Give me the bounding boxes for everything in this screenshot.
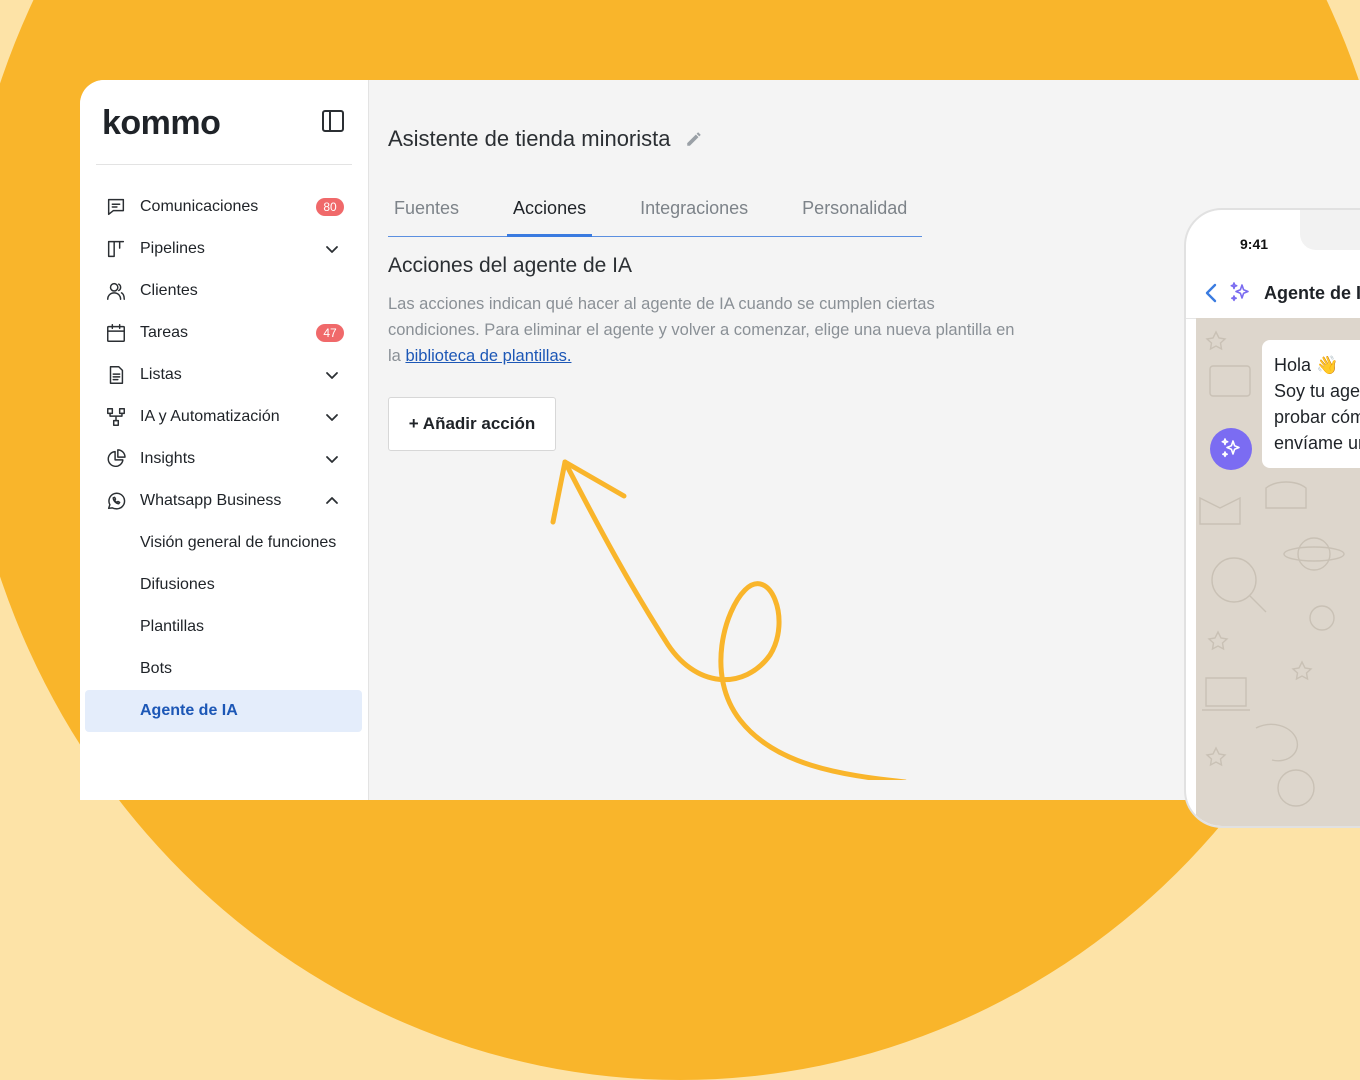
sidebar-item-ia-automatizacion[interactable]: IA y Automatización: [80, 396, 368, 438]
phone-notch: [1300, 210, 1360, 250]
message-line: Hola 👋: [1274, 355, 1339, 375]
tab-integraciones[interactable]: Integraciones: [634, 198, 754, 236]
description-line: la biblioteca de plantillas.: [388, 343, 1118, 369]
phone-mockup: 9:41 Agente de IA: [1184, 208, 1360, 828]
sidebar-item-label: Whatsapp Business: [140, 492, 282, 509]
sidebar-item-label: Insights: [140, 450, 196, 467]
document-icon: [104, 363, 128, 387]
add-action-button[interactable]: + Añadir acción: [388, 397, 556, 451]
sidebar-item-insights[interactable]: Insights: [80, 438, 368, 480]
task-count-badge: 47: [316, 324, 344, 342]
chevron-down-icon[interactable]: [324, 241, 340, 257]
tab-personalidad[interactable]: Personalidad: [796, 198, 913, 236]
sidebar-item-label: IA y Automatización: [140, 408, 280, 425]
sidebar-item-label: Listas: [140, 366, 182, 383]
sidebar-collapse-button[interactable]: [322, 110, 344, 132]
sparkle-icon: [1228, 281, 1252, 305]
description-line: condiciones. Para eliminar el agente y v…: [388, 321, 1015, 339]
sidebar-subitem-difusiones[interactable]: Difusiones: [80, 564, 368, 606]
back-arrow-icon[interactable]: [1204, 283, 1218, 303]
logo-row: kommo: [102, 104, 350, 142]
automation-icon: [104, 405, 128, 429]
chat-area: Hola 👋 Soy tu agente probar cómo envíame…: [1196, 318, 1360, 826]
sidebar-item-label: Comunicaciones: [140, 198, 259, 215]
sidebar-item-pipelines[interactable]: Pipelines: [80, 228, 368, 270]
chevron-down-icon[interactable]: [324, 367, 340, 383]
users-icon: [104, 279, 128, 303]
sidebar-item-label: Clientes: [140, 282, 198, 299]
sidebar-item-label: Difusiones: [140, 576, 215, 593]
tab-bar: Fuentes Acciones Integraciones Personali…: [388, 198, 922, 237]
chat-message-bubble: Hola 👋 Soy tu agente probar cómo envíame…: [1262, 340, 1360, 468]
pie-chart-icon: [104, 447, 128, 471]
sidebar-item-label: Plantillas: [140, 618, 205, 635]
kommo-logo: kommo: [102, 104, 221, 142]
pipeline-icon: [104, 237, 128, 261]
sidebar-subitem-agente-ia[interactable]: Agente de IA: [85, 690, 362, 732]
sidebar-item-label: Pipelines: [140, 240, 205, 257]
description-line: Las acciones indican qué hacer al agente…: [388, 295, 935, 313]
sidebar-item-tareas[interactable]: Tareas 47: [80, 312, 368, 354]
agent-title-row: Asistente de tienda minorista: [388, 126, 703, 152]
chevron-down-icon[interactable]: [324, 451, 340, 467]
message-line: Soy tu agente: [1274, 381, 1360, 401]
section-title: Acciones del agente de IA: [388, 254, 633, 277]
unread-count-badge: 80: [316, 198, 344, 216]
pencil-icon[interactable]: [685, 130, 703, 148]
sidebar-item-listas[interactable]: Listas: [80, 354, 368, 396]
sidebar-item-whatsapp-business[interactable]: Whatsapp Business: [80, 480, 368, 522]
sidebar-item-label: Agente de IA: [140, 702, 238, 719]
page-title: Asistente de tienda minorista: [388, 126, 671, 151]
sidebar-item-clientes[interactable]: Clientes: [80, 270, 368, 312]
sidebar: kommo Comunicaciones 80 Pipelines Client…: [80, 80, 369, 800]
chat-title: Agente de IA: [1264, 282, 1360, 303]
message-icon: [104, 195, 128, 219]
section-description: Las acciones indican qué hacer al agente…: [388, 291, 1118, 369]
sidebar-item-comunicaciones[interactable]: Comunicaciones 80: [80, 186, 368, 228]
tab-fuentes[interactable]: Fuentes: [388, 198, 465, 236]
description-prefix: la: [388, 347, 406, 365]
chat-header: Agente de IA: [1186, 268, 1360, 319]
tab-acciones[interactable]: Acciones: [507, 198, 593, 237]
template-library-link[interactable]: biblioteca de plantillas.: [405, 347, 571, 365]
sidebar-item-label: Visión general de funciones: [140, 534, 337, 551]
message-line: envíame un: [1274, 433, 1360, 453]
sidebar-subitem-plantillas[interactable]: Plantillas: [80, 606, 368, 648]
sidebar-subitem-vision-general[interactable]: Visión general de funciones: [80, 522, 368, 564]
sidebar-item-label: Bots: [140, 660, 173, 677]
chevron-up-icon[interactable]: [324, 493, 340, 509]
message-line: probar cómo: [1274, 407, 1360, 427]
bot-avatar: [1210, 428, 1252, 470]
whatsapp-icon: [104, 489, 128, 513]
sidebar-nav: Comunicaciones 80 Pipelines Clientes Tar…: [80, 186, 368, 732]
sidebar-divider: [96, 164, 352, 165]
phone-time: 9:41: [1240, 236, 1269, 252]
sidebar-item-label: Tareas: [140, 324, 189, 341]
calendar-icon: [104, 321, 128, 345]
chevron-down-icon[interactable]: [324, 409, 340, 425]
sidebar-subitem-bots[interactable]: Bots: [80, 648, 368, 690]
app-window: kommo Comunicaciones 80 Pipelines Client…: [80, 80, 1360, 800]
